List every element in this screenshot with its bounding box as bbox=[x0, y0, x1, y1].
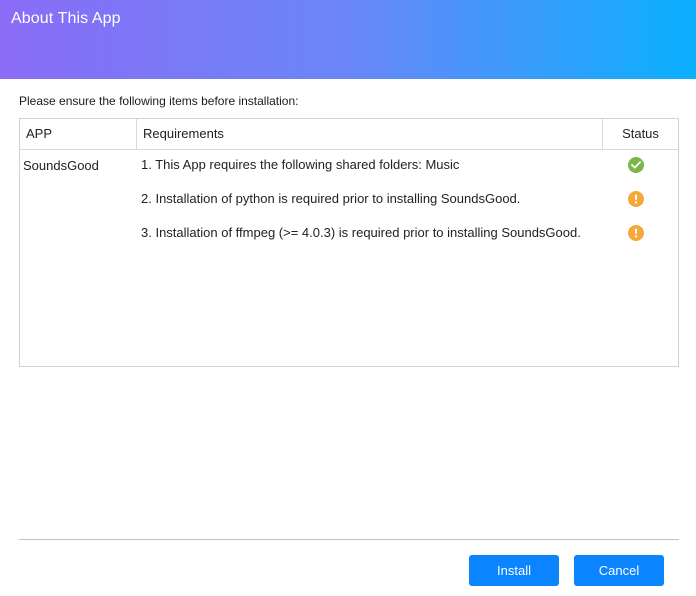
requirement-row-2: 2. Installation of python is required pr… bbox=[141, 191, 521, 206]
dialog-title: About This App bbox=[11, 10, 121, 27]
install-button[interactable]: Install bbox=[469, 555, 559, 586]
table-header: APP Requirements Status bbox=[20, 119, 678, 150]
column-header-status: Status bbox=[622, 126, 659, 141]
dialog-header: About This App bbox=[0, 0, 696, 79]
column-header-requirements: Requirements bbox=[137, 119, 603, 149]
requirement-row-3: 3. Installation of ffmpeg (>= 4.0.3) is … bbox=[141, 225, 581, 240]
footer-divider bbox=[19, 539, 679, 540]
app-name-cell: SoundsGood bbox=[23, 158, 99, 173]
exclamation-circle-icon bbox=[628, 225, 644, 241]
cancel-button[interactable]: Cancel bbox=[574, 555, 664, 586]
check-circle-icon bbox=[628, 157, 644, 173]
requirement-row-1: 1. This App requires the following share… bbox=[141, 157, 460, 172]
exclamation-circle-icon bbox=[628, 191, 644, 207]
requirements-table: APP Requirements Status SoundsGood 1. Th… bbox=[19, 118, 679, 367]
column-header-app: APP bbox=[20, 119, 137, 149]
instruction-text: Please ensure the following items before… bbox=[19, 94, 299, 108]
